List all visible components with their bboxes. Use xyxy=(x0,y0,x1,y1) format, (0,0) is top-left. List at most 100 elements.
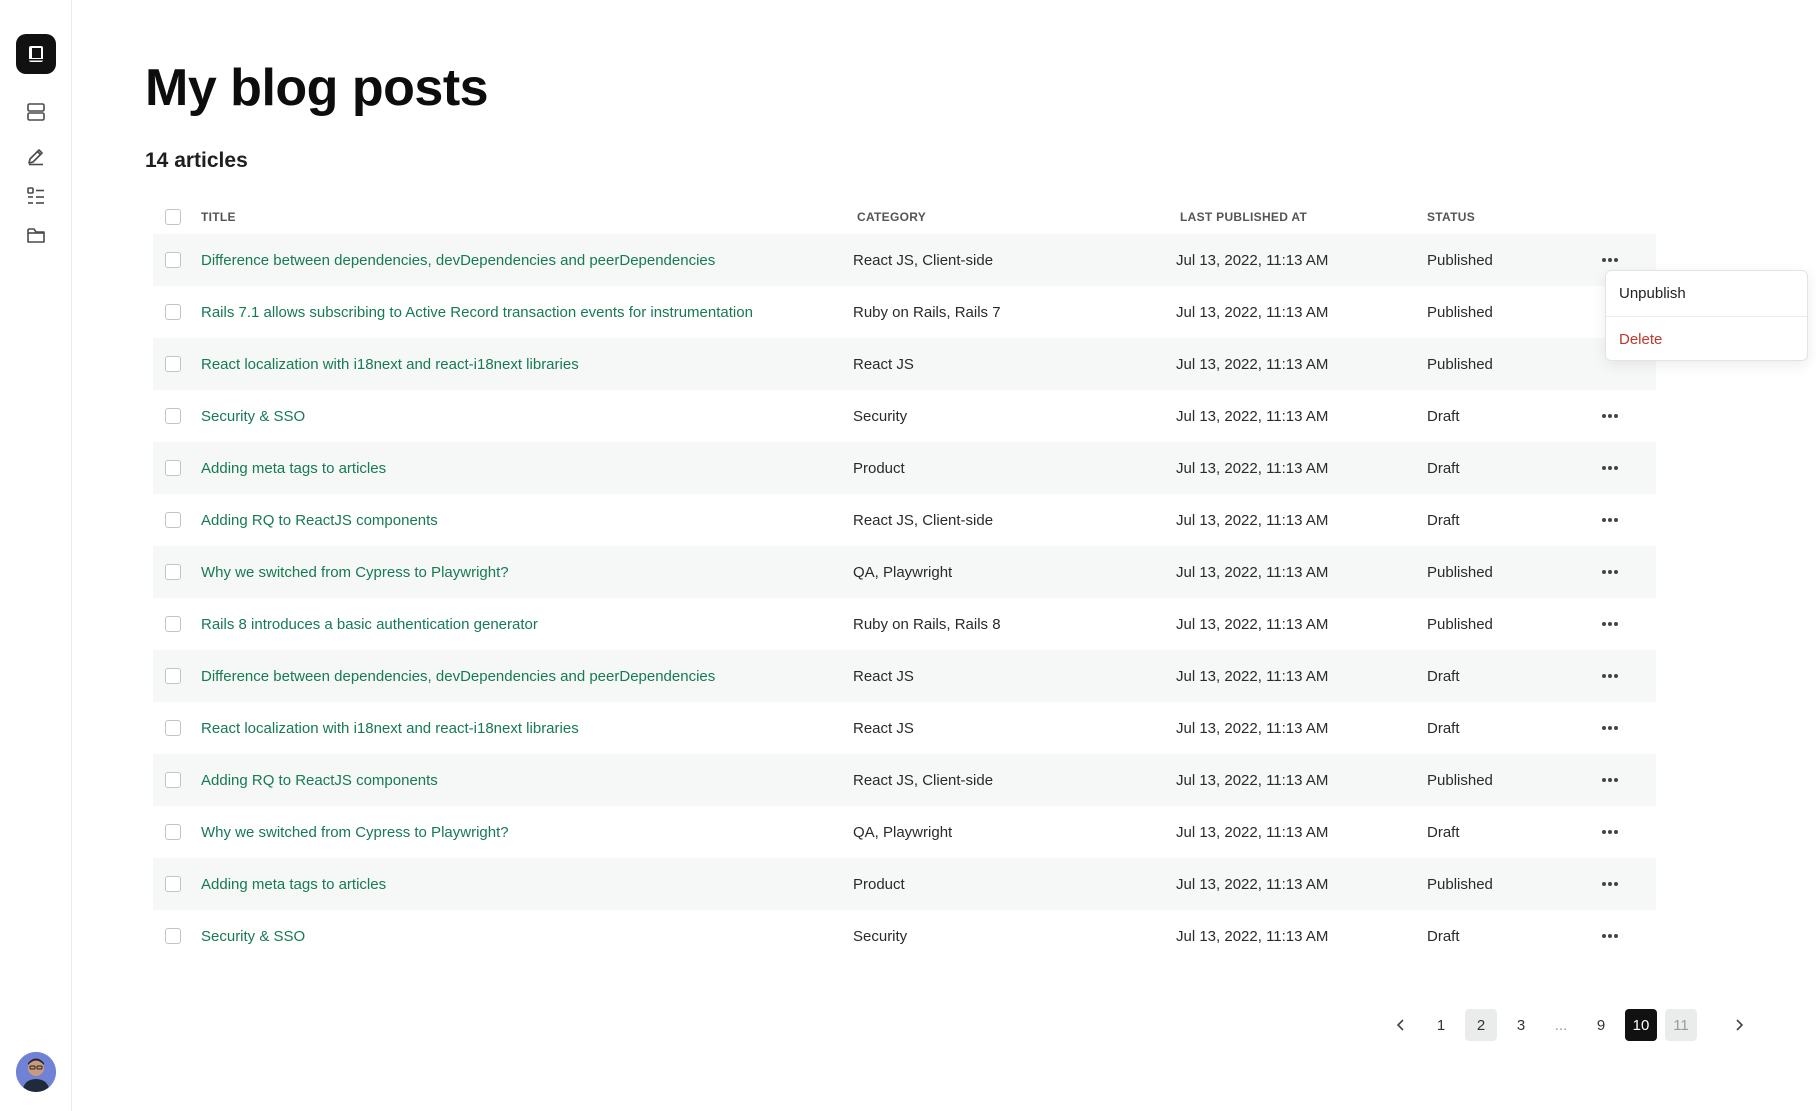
page-2-button[interactable]: 2 xyxy=(1465,1009,1497,1041)
more-actions-icon[interactable] xyxy=(1596,664,1624,688)
table-row: Why we switched from Cypress to Playwrig… xyxy=(153,806,1656,858)
article-status: Draft xyxy=(1427,511,1460,529)
table-row: React localization with i18next and reac… xyxy=(153,702,1656,754)
article-title-link[interactable]: Adding RQ to ReactJS components xyxy=(201,494,438,546)
article-title-link[interactable]: Difference between dependencies, devDepe… xyxy=(201,234,715,286)
article-published-date: Jul 13, 2022, 11:13 AM xyxy=(1176,511,1329,529)
article-title-link[interactable]: Security & SSO xyxy=(201,910,305,962)
article-title-link[interactable]: React localization with i18next and reac… xyxy=(201,338,579,390)
row-checkbox[interactable] xyxy=(165,824,181,840)
table-body: Difference between dependencies, devDepe… xyxy=(153,234,1656,962)
avatar[interactable] xyxy=(16,1052,56,1092)
table-row: Security & SSO Security Jul 13, 2022, 11:1… xyxy=(153,910,1656,962)
header-category[interactable]: CATEGORY xyxy=(857,210,926,224)
article-title-link[interactable]: Adding meta tags to articles xyxy=(201,442,386,494)
article-category: Ruby on Rails, Rails 8 xyxy=(853,615,1001,633)
article-category: React JS xyxy=(853,719,914,737)
row-checkbox[interactable] xyxy=(165,252,181,268)
article-title-link[interactable]: Adding meta tags to articles xyxy=(201,858,386,910)
article-category: Ruby on Rails, Rails 7 xyxy=(853,303,1001,321)
list-icon[interactable] xyxy=(23,183,49,209)
header-status[interactable]: STATUS xyxy=(1427,210,1475,224)
article-category: Product xyxy=(853,459,905,477)
article-status: Draft xyxy=(1427,823,1460,841)
more-actions-icon[interactable] xyxy=(1596,716,1624,740)
row-checkbox[interactable] xyxy=(165,564,181,580)
row-checkbox[interactable] xyxy=(165,772,181,788)
article-title-link[interactable]: Why we switched from Cypress to Playwrig… xyxy=(201,546,509,598)
header-last-published-at[interactable]: LAST PUBLISHED AT xyxy=(1180,210,1307,224)
pencil-icon[interactable] xyxy=(23,143,49,169)
row-checkbox[interactable] xyxy=(165,668,181,684)
article-status: Draft xyxy=(1427,927,1460,945)
row-checkbox[interactable] xyxy=(165,356,181,372)
article-published-date: Jul 13, 2022, 11:13 AM xyxy=(1176,875,1329,893)
more-actions-icon[interactable] xyxy=(1596,768,1624,792)
article-category: React JS xyxy=(853,667,914,685)
row-checkbox[interactable] xyxy=(165,720,181,736)
pagination-ellipsis: ... xyxy=(1554,1016,1568,1034)
more-actions-icon[interactable] xyxy=(1596,924,1624,948)
page-11-button[interactable]: 11 xyxy=(1665,1009,1697,1041)
article-published-date: Jul 13, 2022, 11:13 AM xyxy=(1176,823,1329,841)
more-actions-icon[interactable] xyxy=(1596,872,1624,896)
article-published-date: Jul 13, 2022, 11:13 AM xyxy=(1176,771,1329,789)
more-actions-icon[interactable] xyxy=(1596,404,1624,428)
table-header: TITLE CATEGORY LAST PUBLISHED AT STATUS xyxy=(153,198,1656,234)
more-actions-icon[interactable] xyxy=(1596,820,1624,844)
article-category: React JS, Client-side xyxy=(853,771,994,789)
prev-page-icon[interactable] xyxy=(1385,1009,1417,1041)
folder-icon[interactable] xyxy=(23,222,49,248)
row-actions-menu: Unpublish Delete xyxy=(1605,270,1808,361)
row-checkbox[interactable] xyxy=(165,512,181,528)
article-title-link[interactable]: Why we switched from Cypress to Playwrig… xyxy=(201,806,509,858)
page-3-button[interactable]: 3 xyxy=(1505,1009,1537,1041)
header-title[interactable]: TITLE xyxy=(201,210,236,224)
next-page-icon[interactable] xyxy=(1723,1009,1755,1041)
article-title-link[interactable]: Difference between dependencies, devDepe… xyxy=(201,650,715,702)
table-row: Adding RQ to ReactJS components React JS,… xyxy=(153,754,1656,806)
article-category: QA, Playwright xyxy=(853,823,953,841)
article-status: Draft xyxy=(1427,407,1460,425)
article-status: Draft xyxy=(1427,459,1460,477)
table-row: Adding meta tags to articles Product Jul 1… xyxy=(153,442,1656,494)
row-checkbox[interactable] xyxy=(165,616,181,632)
article-status: Draft xyxy=(1427,667,1460,685)
article-published-date: Jul 13, 2022, 11:13 AM xyxy=(1176,303,1329,321)
book-logo-icon[interactable] xyxy=(16,34,56,74)
table-row: Rails 8 introduces a basic authenticatio… xyxy=(153,598,1656,650)
row-checkbox[interactable] xyxy=(165,408,181,424)
article-published-date: Jul 13, 2022, 11:13 AM xyxy=(1176,407,1329,425)
article-published-date: Jul 13, 2022, 11:13 AM xyxy=(1176,563,1329,581)
more-actions-icon[interactable] xyxy=(1596,560,1624,584)
more-actions-icon[interactable] xyxy=(1596,508,1624,532)
page-9-button[interactable]: 9 xyxy=(1585,1009,1617,1041)
delete-menu-item[interactable]: Delete xyxy=(1606,317,1807,362)
row-checkbox[interactable] xyxy=(165,876,181,892)
table-row: Security & SSO Security Jul 13, 2022, 11:1… xyxy=(153,390,1656,442)
table-row: Rails 7.1 allows subscribing to Active R… xyxy=(153,286,1656,338)
article-status: Published xyxy=(1427,251,1493,269)
unpublish-menu-item[interactable]: Unpublish xyxy=(1606,271,1807,316)
more-actions-icon[interactable] xyxy=(1596,612,1624,636)
article-published-date: Jul 13, 2022, 11:13 AM xyxy=(1176,251,1329,269)
article-title-link[interactable]: Security & SSO xyxy=(201,390,305,442)
article-category: React JS xyxy=(853,355,914,373)
row-checkbox[interactable] xyxy=(165,460,181,476)
article-status: Published xyxy=(1427,355,1493,373)
pagination: 1 2 3... 9 10 11 xyxy=(1385,1009,1755,1041)
select-all-checkbox[interactable] xyxy=(165,209,181,225)
article-title-link[interactable]: Rails 8 introduces a basic authenticatio… xyxy=(201,598,538,650)
page-10-button[interactable]: 10 xyxy=(1625,1009,1657,1041)
row-checkbox[interactable] xyxy=(165,928,181,944)
article-title-link[interactable]: Rails 7.1 allows subscribing to Active R… xyxy=(201,286,753,338)
article-status: Published xyxy=(1427,771,1493,789)
page-1-button[interactable]: 1 xyxy=(1425,1009,1457,1041)
stack-icon[interactable] xyxy=(23,99,49,125)
more-actions-icon[interactable] xyxy=(1596,456,1624,480)
row-checkbox[interactable] xyxy=(165,304,181,320)
more-actions-icon[interactable] xyxy=(1596,248,1624,272)
article-title-link[interactable]: Adding RQ to ReactJS components xyxy=(201,754,438,806)
article-title-link[interactable]: React localization with i18next and reac… xyxy=(201,702,579,754)
article-category: Security xyxy=(853,407,908,425)
